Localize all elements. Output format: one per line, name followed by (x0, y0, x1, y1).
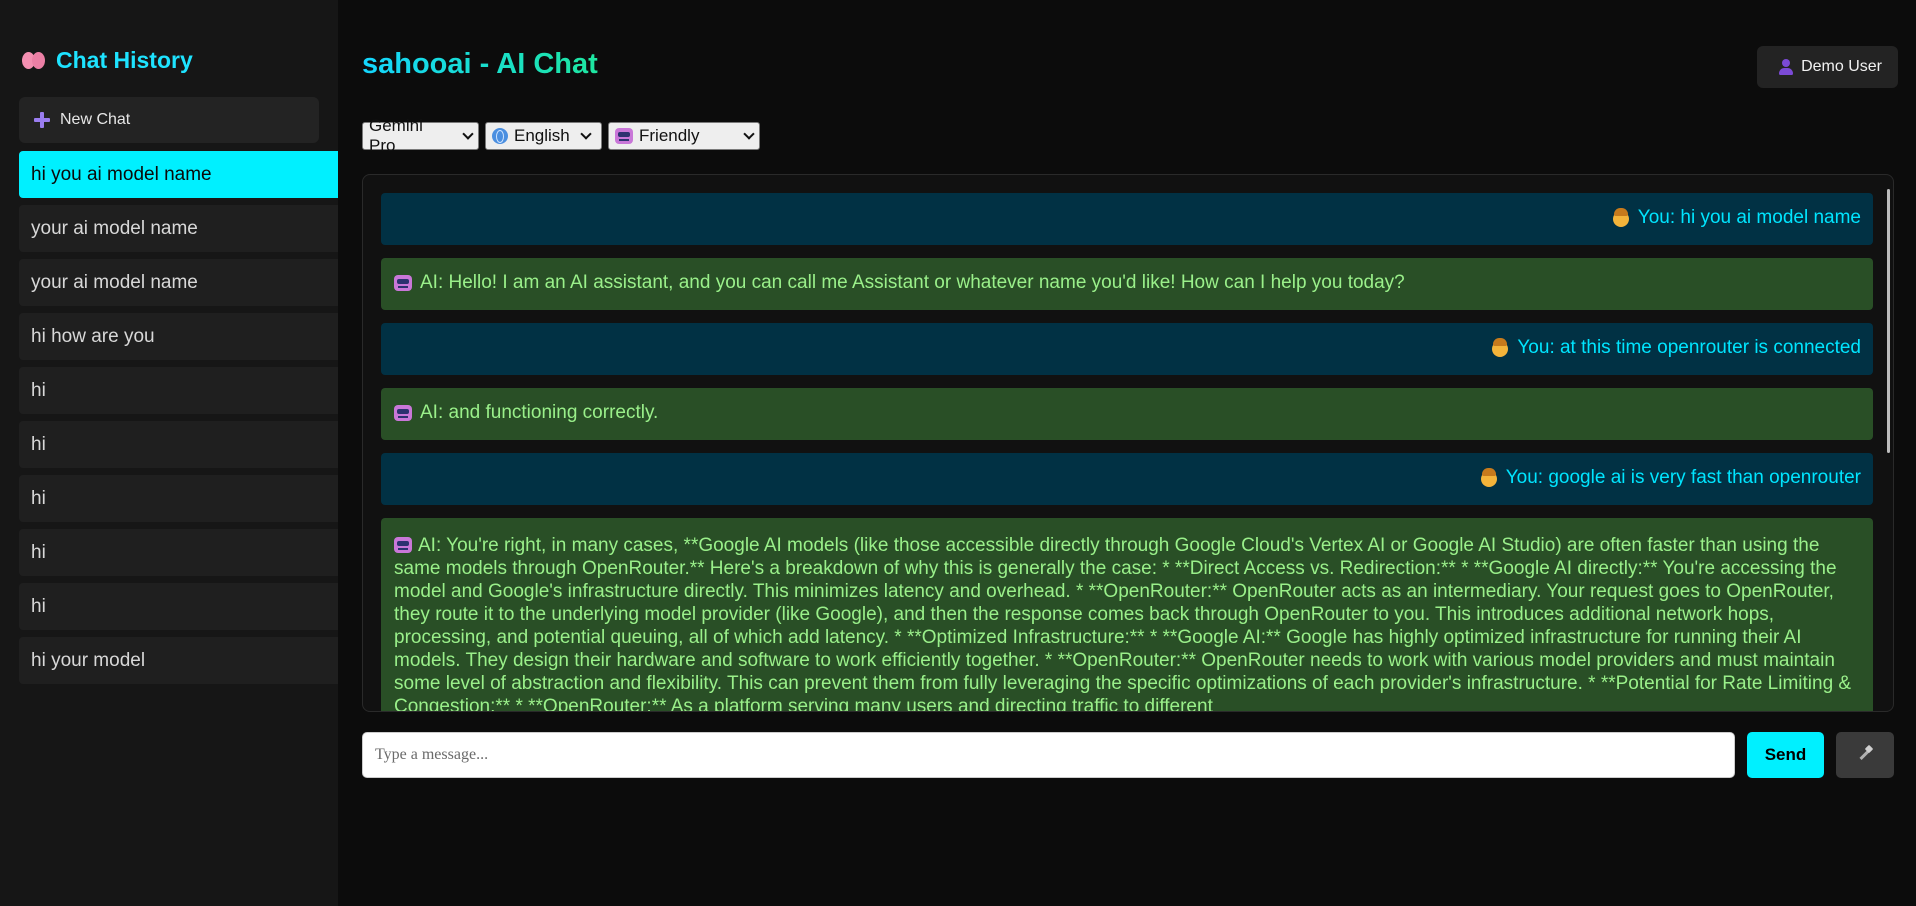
message-text: You: google ai is very fast than openrou… (1505, 467, 1861, 489)
robot-icon (394, 404, 412, 421)
chat-messages-panel[interactable]: You: hi you ai model name AI: Hello! I a… (362, 174, 1894, 712)
ai-message: AI: Hello! I am an AI assistant, and you… (381, 258, 1873, 310)
language-select-value: English (514, 126, 570, 145)
message-text: AI: You're right, in many cases, **Googl… (394, 535, 1852, 712)
sidebar-title-label: Chat History (56, 46, 193, 73)
user-icon (1779, 59, 1794, 75)
history-item[interactable]: your ai model name (19, 205, 338, 252)
header: sahooai - AI Chat Demo User (362, 0, 1898, 122)
robot-icon (394, 537, 412, 553)
user-face-icon (1491, 337, 1509, 358)
ai-message: AI: and functioning correctly. (381, 388, 1873, 440)
message-list: You: hi you ai model name AI: Hello! I a… (381, 193, 1873, 712)
sidebar: Chat History New Chat hi you ai model na… (0, 0, 338, 906)
history-item-label: hi your model (31, 649, 146, 671)
tone-select[interactable]: Friendly (608, 122, 760, 150)
chevron-down-icon (462, 128, 474, 140)
brain-icon (22, 50, 46, 70)
main-panel: sahooai - AI Chat Demo User Gemini Pro E… (338, 0, 1916, 906)
ai-message: AI: You're right, in many cases, **Googl… (381, 518, 1873, 712)
message-text: AI: Hello! I am an AI assistant, and you… (420, 272, 1405, 294)
chat-history-list: hi you ai model name your ai model name … (19, 151, 338, 684)
new-chat-button[interactable]: New Chat (19, 97, 319, 143)
voice-input-button[interactable] (1836, 732, 1894, 778)
globe-icon (492, 128, 508, 144)
user-label: Demo User (1801, 58, 1882, 75)
page-title: sahooai - AI Chat (362, 48, 598, 80)
chevron-down-icon (743, 128, 755, 140)
history-item-label: your ai model name (31, 271, 198, 293)
message-text: You: at this time openrouter is connecte… (1517, 337, 1861, 359)
language-select[interactable]: English (485, 122, 602, 150)
message-input[interactable] (362, 732, 1735, 778)
history-item-label: hi (31, 433, 46, 455)
history-item-label: hi (31, 541, 46, 563)
microphone-icon (1856, 746, 1874, 764)
message-text: AI: and functioning correctly. (420, 402, 659, 424)
chevron-down-icon (580, 128, 592, 140)
chat-scrollbar[interactable] (1887, 189, 1890, 453)
user-face-icon (1480, 467, 1498, 488)
history-item-label: hi you ai model name (31, 163, 212, 185)
history-item-label: your ai model name (31, 217, 198, 239)
history-item[interactable]: hi (19, 529, 338, 576)
user-message: You: hi you ai model name (381, 193, 1873, 245)
history-item[interactable]: hi (19, 421, 338, 468)
history-item[interactable]: hi (19, 367, 338, 414)
chat-options: Gemini Pro English Friendly (362, 116, 1898, 155)
user-message: You: google ai is very fast than openrou… (381, 453, 1873, 505)
history-item[interactable]: hi how are you (19, 313, 338, 360)
history-item[interactable]: hi your model (19, 637, 338, 684)
user-face-icon (1612, 207, 1630, 228)
send-button[interactable]: Send (1747, 732, 1824, 778)
history-item[interactable]: your ai model name (19, 259, 338, 306)
history-item-label: hi (31, 487, 46, 509)
robot-icon (615, 128, 633, 144)
history-item-label: hi (31, 379, 46, 401)
message-text: You: hi you ai model name (1637, 207, 1861, 229)
history-item[interactable]: hi (19, 583, 338, 630)
history-item-label: hi how are you (31, 325, 155, 347)
sidebar-title: Chat History (22, 45, 338, 75)
plus-icon (34, 112, 50, 128)
tone-select-value: Friendly (639, 126, 700, 145)
user-message: You: at this time openrouter is connecte… (381, 323, 1873, 375)
composer: Send (362, 732, 1894, 778)
history-item[interactable]: hi (19, 475, 338, 522)
user-menu-button[interactable]: Demo User (1757, 46, 1898, 88)
model-select[interactable]: Gemini Pro (362, 116, 479, 155)
history-item-label: hi (31, 595, 46, 617)
robot-icon (394, 274, 412, 291)
model-select-value: Gemini Pro (369, 116, 423, 155)
new-chat-label: New Chat (60, 111, 131, 128)
app-root: Chat History New Chat hi you ai model na… (0, 0, 1916, 906)
history-item[interactable]: hi you ai model name (19, 151, 338, 198)
